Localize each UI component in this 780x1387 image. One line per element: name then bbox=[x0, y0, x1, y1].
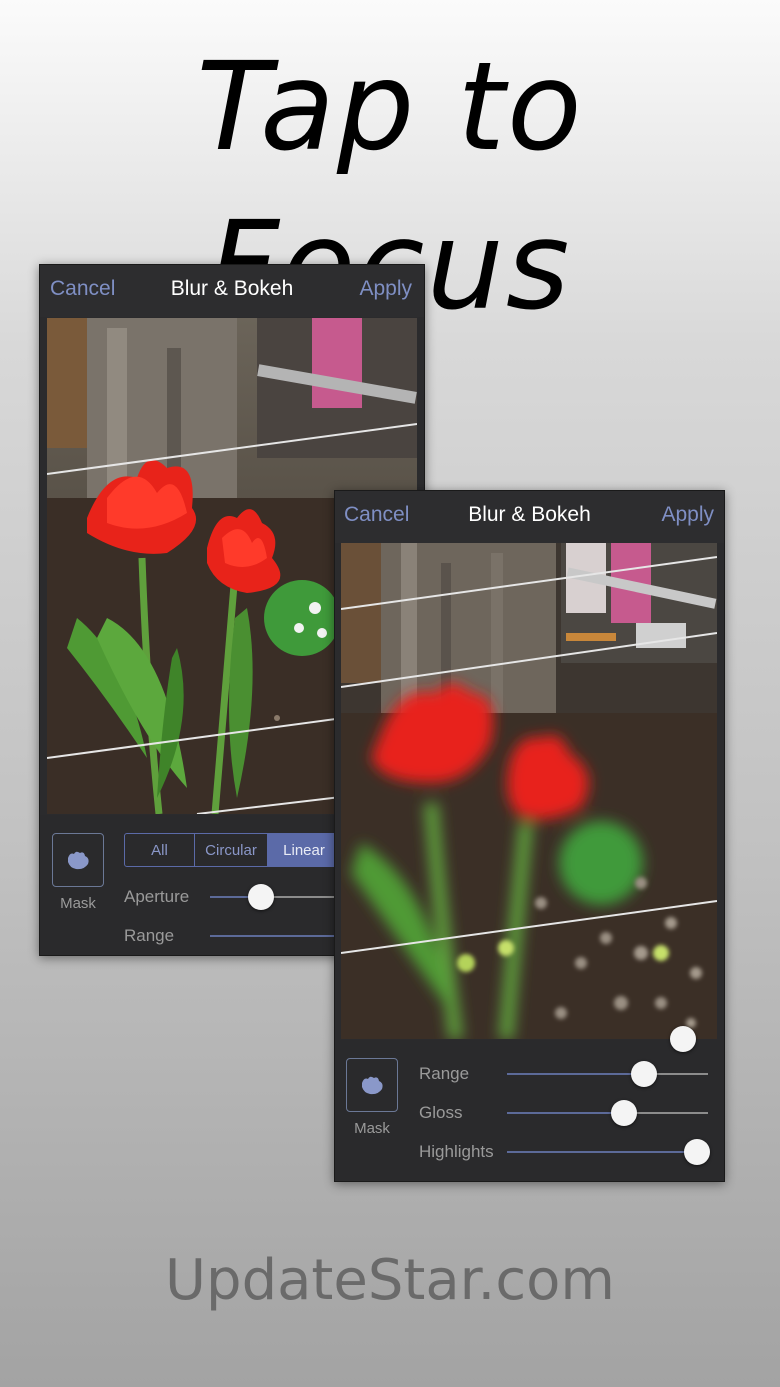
hand-mask-icon bbox=[68, 851, 89, 870]
back-nav-bar: Cancel Blur & Bokeh Apply bbox=[40, 265, 424, 317]
back-aperture-label: Aperture bbox=[124, 887, 190, 906]
tab-linear[interactable]: Linear bbox=[268, 834, 340, 866]
back-mask-button[interactable] bbox=[52, 833, 104, 887]
tab-circular[interactable]: Circular bbox=[195, 834, 268, 866]
front-highlights-slider-knob[interactable] bbox=[684, 1139, 710, 1165]
front-gloss-slider-knob[interactable] bbox=[611, 1100, 637, 1126]
front-range-slider-knob[interactable] bbox=[631, 1061, 657, 1087]
back-range-label: Range bbox=[124, 926, 175, 945]
back-aperture-slider-knob[interactable] bbox=[248, 884, 274, 910]
front-editor-screen: Cancel Blur & Bokeh Apply Mask Range Glo… bbox=[334, 490, 725, 1182]
front-mask-label: Mask bbox=[354, 1120, 390, 1137]
back-apply-button[interactable]: Apply bbox=[359, 277, 412, 301]
back-mask-label: Mask bbox=[60, 895, 96, 912]
front-photo-canvas[interactable] bbox=[341, 543, 717, 1039]
front-nav-bar: Cancel Blur & Bokeh Apply bbox=[335, 491, 724, 543]
front-controls-panel: Mask Range Gloss Highlights bbox=[335, 1026, 724, 1181]
tab-all[interactable]: All bbox=[125, 834, 195, 866]
front-highlights-label: Highlights bbox=[419, 1142, 494, 1161]
front-highlights-track[interactable] bbox=[507, 1151, 697, 1153]
front-range-track[interactable] bbox=[507, 1073, 643, 1075]
front-gloss-label: Gloss bbox=[419, 1103, 463, 1122]
front-gloss-track[interactable] bbox=[507, 1112, 624, 1114]
front-apply-button[interactable]: Apply bbox=[661, 503, 714, 527]
watermark: UpdateStar.com bbox=[165, 1248, 615, 1313]
front-mask-button[interactable] bbox=[346, 1058, 398, 1112]
hand-mask-icon bbox=[362, 1076, 383, 1095]
front-range-label: Range bbox=[419, 1064, 470, 1083]
blurred-tulip-photo bbox=[341, 543, 717, 1039]
front-aperture-slider-knob-partial[interactable] bbox=[670, 1026, 696, 1052]
